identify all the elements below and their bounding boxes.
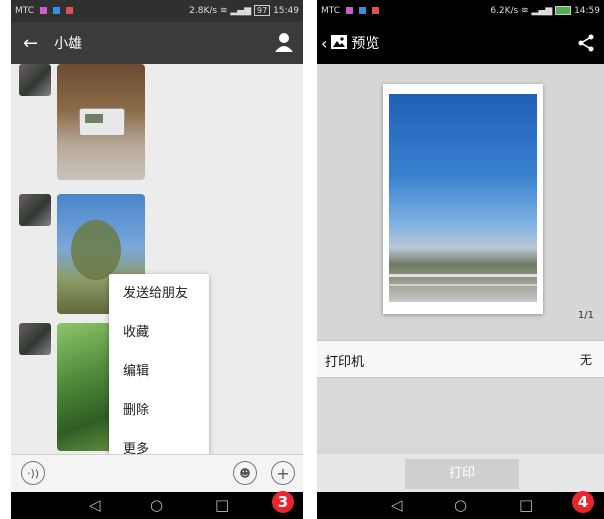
page-indicator: 1/1 [577,310,594,321]
add-attachment-icon[interactable]: + [271,461,295,485]
step-badge-3: 3 [272,491,294,513]
wifi-icon: ≋ [219,6,228,16]
nav-back-icon[interactable]: ◁ [89,497,101,514]
notification-icon [345,7,353,14]
avatar[interactable] [19,323,51,355]
photo-preview [389,94,537,302]
carrier-label: MTC [15,6,35,16]
nav-home-icon[interactable]: ○ [454,497,467,514]
clock: 14:59 [574,6,600,16]
nav-home-icon[interactable]: ○ [150,497,163,514]
preview-header: ‹ 预览 [317,22,604,64]
message-context-menu: 发送给朋友 收藏 编辑 删除 更多 [109,274,209,470]
nav-recents-icon[interactable]: □ [215,497,229,514]
voice-input-icon[interactable]: ·)) [21,461,45,485]
notification-icon [358,7,366,14]
right-phone-screen: MTC 6.2K/s ≋ ▂▄▆ 14:59 ‹ 预览 1/1 打印机 无 打印… [317,0,604,519]
back-arrow-icon[interactable]: ← [23,33,38,54]
network-speed: 2.8K/s [189,6,218,16]
menu-item-send-to-friend[interactable]: 发送给朋友 [109,274,209,313]
step-badge-4: 4 [572,491,594,513]
status-bar: MTC 6.2K/s ≋ ▂▄▆ 14:59 [317,0,604,22]
clock: 15:49 [273,6,299,16]
chat-title: 小雄 [54,36,83,52]
print-button[interactable]: 打印 [405,459,519,489]
notification-icon [39,7,47,14]
print-preview-area: 1/1 [317,64,604,340]
image-icon [331,34,348,53]
status-bar: MTC 2.8K/s ≋ ▂▄▆ 97 15:49 [11,0,303,22]
signal-icon: ▂▄▆ [531,6,553,16]
battery-icon: 97 [254,5,271,16]
back-chevron-icon[interactable]: ‹ [321,34,327,53]
print-page[interactable] [383,84,543,314]
printer-selector[interactable]: 打印机 无 [317,340,604,378]
preview-title: 预览 [351,36,380,52]
printer-label: 打印机 [325,355,365,370]
nav-back-icon[interactable]: ◁ [391,497,403,514]
emoji-icon[interactable]: ☻ [233,461,257,485]
carrier-label: MTC [321,6,341,16]
menu-item-edit[interactable]: 编辑 [109,352,209,391]
notification-icon [65,7,73,14]
chat-input-bar: ·)) ☻ + [11,454,303,493]
signal-icon: ▂▄▆ [230,6,252,16]
avatar[interactable] [19,64,51,96]
nav-recents-icon[interactable]: □ [519,497,533,514]
menu-item-delete[interactable]: 删除 [109,391,209,430]
printer-value: 无 [579,353,592,367]
menu-item-favorite[interactable]: 收藏 [109,313,209,352]
battery-icon [555,6,572,15]
profile-icon[interactable] [275,32,293,56]
system-nav-bar: ◁ ○ □ [11,492,303,519]
left-phone-screen: MTC 2.8K/s ≋ ▂▄▆ 97 15:49 ← 小雄 发送给朋友 收藏 … [11,0,303,519]
chat-image-message[interactable] [57,64,145,180]
chat-header: ← 小雄 [11,22,303,64]
wifi-icon: ≋ [521,6,529,16]
avatar[interactable] [19,194,51,226]
scale-device [79,108,125,136]
notification-icon [52,7,60,14]
system-nav-bar: ◁ ○ □ [317,492,604,519]
share-icon[interactable] [578,34,594,56]
network-speed: 6.2K/s [490,6,519,16]
notification-icon [371,7,379,14]
